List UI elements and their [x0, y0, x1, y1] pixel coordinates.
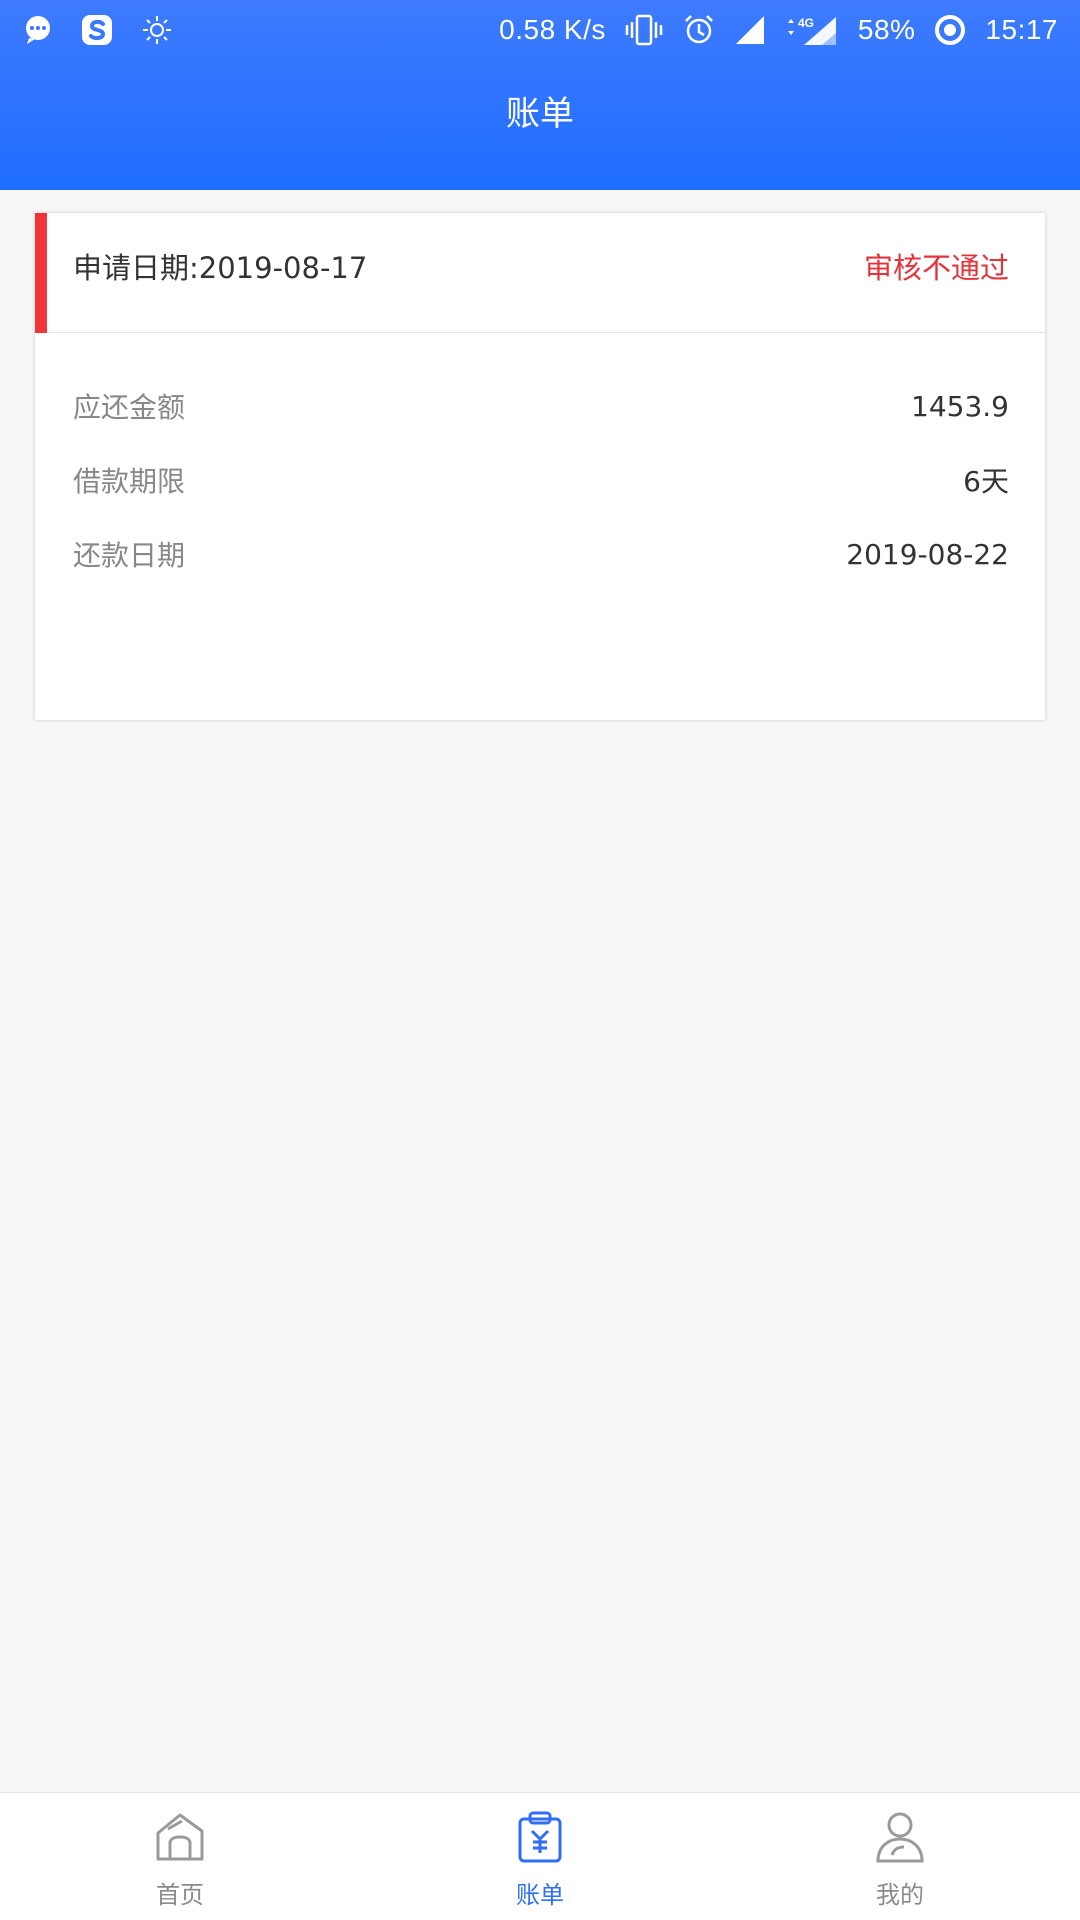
row-label: 还款日期	[73, 539, 186, 572]
svg-text:4G: 4G	[798, 16, 814, 30]
bill-card-header: 申请日期:2019-08-17 审核不通过	[35, 213, 1045, 333]
bill-card[interactable]: 申请日期:2019-08-17 审核不通过 应还金额 1453.9 借款期限 6…	[35, 213, 1045, 720]
sogou-input-icon	[80, 13, 114, 47]
profile-icon	[870, 1807, 930, 1867]
bill-row-amount: 应还金额 1453.9	[35, 369, 1045, 443]
review-status: 审核不通过	[863, 251, 1009, 285]
signal-icon	[734, 14, 766, 46]
tab-label: 首页	[156, 1881, 204, 1909]
home-icon	[150, 1807, 210, 1867]
tab-home[interactable]: 首页	[0, 1793, 360, 1920]
network-speed: 0.58 K/s	[499, 14, 606, 45]
row-value: 1453.9	[911, 389, 1009, 423]
tab-label: 我的	[876, 1881, 924, 1909]
clock: 15:17	[985, 14, 1058, 45]
bill-details: 应还金额 1453.9 借款期限 6天 还款日期 2019-08-22	[35, 333, 1045, 591]
vibrate-icon	[624, 13, 664, 47]
bill-icon	[510, 1807, 570, 1867]
bill-row-due-date: 还款日期 2019-08-22	[35, 517, 1045, 591]
row-value: 2019-08-22	[846, 537, 1009, 571]
bottom-tab-bar: 首页 账单 我的	[0, 1792, 1080, 1920]
status-accent-bar	[35, 213, 47, 333]
tab-profile[interactable]: 我的	[720, 1793, 1080, 1920]
status-bar: 0.58 K/s 4G 58% 15:17	[0, 0, 1080, 60]
app-header: 0.58 K/s 4G 58% 15:17 账单	[0, 0, 1080, 190]
apply-date: 申请日期:2019-08-17	[73, 251, 368, 285]
alarm-icon	[682, 13, 716, 47]
chat-notification-icon	[22, 14, 54, 46]
row-label: 应还金额	[73, 391, 186, 424]
tab-bill[interactable]: 账单	[360, 1793, 720, 1920]
page-title: 账单	[506, 94, 574, 134]
battery-ring-icon	[933, 13, 967, 47]
battery-percent: 58%	[857, 14, 916, 45]
brightness-icon	[140, 13, 174, 47]
bill-row-term: 借款期限 6天	[35, 443, 1045, 517]
bill-page: 0.58 K/s 4G 58% 15:17 账单 申请日期:2019-08-17…	[0, 0, 1080, 1920]
tab-label: 账单	[516, 1881, 564, 1909]
signal-4g-icon: 4G	[784, 13, 840, 47]
row-value: 6天	[963, 465, 1009, 498]
row-label: 借款期限	[73, 465, 186, 498]
